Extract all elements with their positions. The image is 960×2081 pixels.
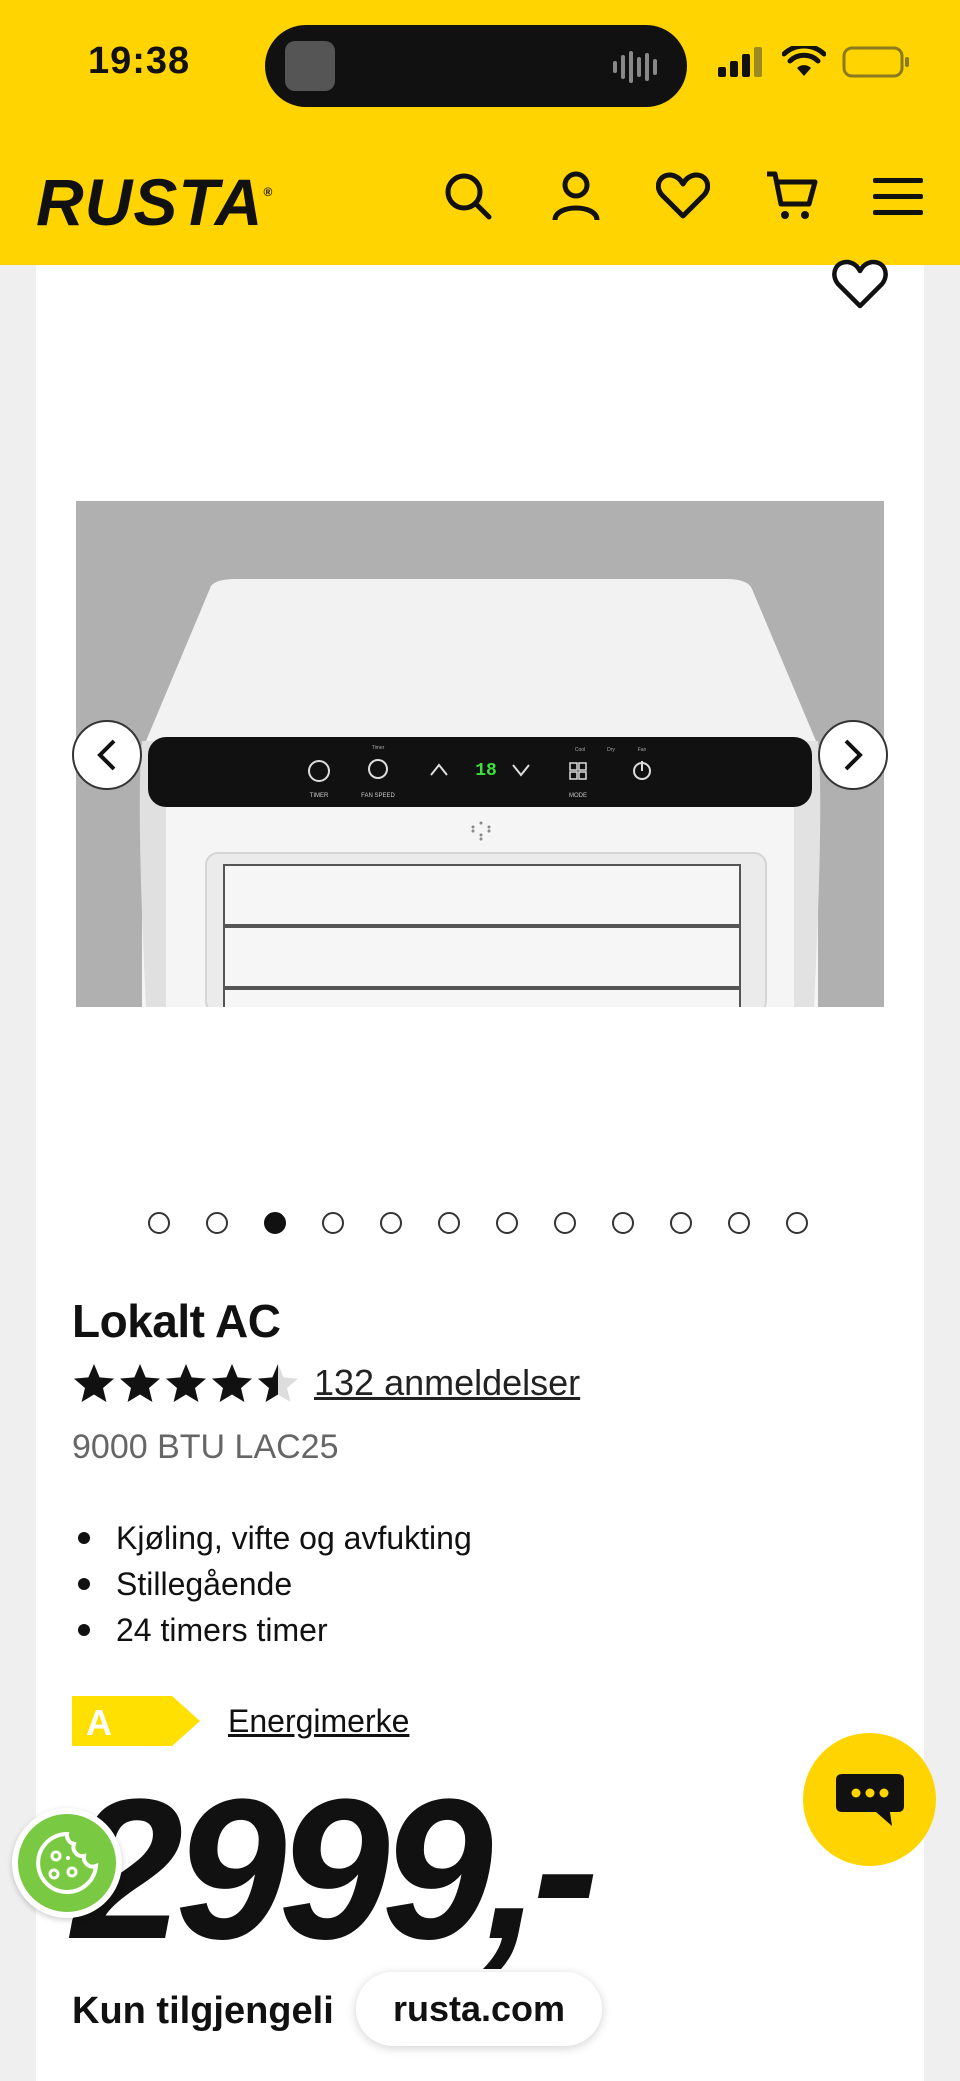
- gallery-next-button[interactable]: [818, 720, 888, 790]
- cellular-signal-icon: [718, 47, 762, 77]
- gallery-dot[interactable]: [438, 1212, 460, 1234]
- gallery-dot[interactable]: [380, 1212, 402, 1234]
- star-icon: [258, 1364, 298, 1402]
- gallery-dot[interactable]: [786, 1212, 808, 1234]
- now-playing-artwork: [285, 41, 335, 91]
- browser-url-bar[interactable]: rusta.com: [356, 1972, 602, 2046]
- energy-label-link[interactable]: Energimerke: [228, 1703, 409, 1740]
- product-subtitle: 9000 BTU LAC25: [72, 1428, 339, 1466]
- wifi-icon: [782, 46, 826, 76]
- search-icon[interactable]: [438, 166, 498, 226]
- favorites-icon[interactable]: [653, 166, 713, 226]
- feature-item: Stillegående: [78, 1561, 472, 1607]
- product-price: 2999,-: [72, 1758, 599, 1981]
- gallery-dot[interactable]: [670, 1212, 692, 1234]
- status-time: 19:38: [88, 40, 191, 82]
- star-icon: [166, 1364, 206, 1402]
- feature-item: 24 timers timer: [78, 1607, 472, 1653]
- reviews-link[interactable]: 132 anmeldelser: [314, 1362, 580, 1404]
- feature-item: Kjøling, vifte og avfukting: [78, 1515, 472, 1561]
- star-rating: [72, 1362, 300, 1404]
- product-title: Lokalt AC: [72, 1295, 281, 1347]
- gallery-dot[interactable]: [322, 1212, 344, 1234]
- audio-wave-icon: [613, 51, 657, 83]
- status-bar: 19:38: [0, 0, 960, 130]
- mode-label: MODE: [569, 793, 587, 799]
- gallery-dot[interactable]: [496, 1212, 518, 1234]
- gallery-pagination: [148, 1212, 808, 1234]
- gallery-dot[interactable]: [206, 1212, 228, 1234]
- cookie-settings-button[interactable]: [12, 1808, 122, 1918]
- chevron-left-icon: [97, 739, 116, 771]
- add-to-favorites-icon[interactable]: [832, 258, 888, 310]
- temperature-display: 18: [475, 761, 497, 781]
- dry-label: Dry: [607, 747, 615, 753]
- gallery-dot[interactable]: [728, 1212, 750, 1234]
- cart-icon[interactable]: [762, 166, 822, 226]
- availability-text: Kun tilgjengeli: [72, 1990, 334, 2032]
- air-conditioner-image: TIMER FAN SPEED Timer 18 MODE Cool Dry F…: [76, 501, 884, 1007]
- timer-top-label: Timer: [372, 745, 385, 751]
- gallery-dot[interactable]: [554, 1212, 576, 1234]
- star-icon: [212, 1364, 252, 1402]
- main-nav: RUSTA®: [0, 150, 960, 250]
- site-header: 19:38 RUSTA®: [0, 0, 960, 265]
- gallery-dot[interactable]: [612, 1212, 634, 1234]
- battery-icon: [842, 46, 909, 78]
- dynamic-island[interactable]: [265, 25, 687, 107]
- energy-class-badge[interactable]: A: [72, 1696, 202, 1746]
- timer-label: TIMER: [310, 793, 329, 799]
- menu-icon[interactable]: [868, 166, 928, 226]
- energy-label-row: A Energimerke: [72, 1696, 409, 1746]
- cool-label: Cool: [575, 747, 585, 753]
- product-image[interactable]: TIMER FAN SPEED Timer 18 MODE Cool Dry F…: [76, 501, 884, 1007]
- cookie-icon: [36, 1831, 99, 1894]
- url-text: rusta.com: [392, 1988, 566, 2029]
- energy-class-letter: A: [86, 1702, 112, 1743]
- fan-label: Fan: [638, 747, 647, 753]
- fan-speed-label: FAN SPEED: [361, 793, 395, 799]
- star-icon: [120, 1364, 160, 1402]
- gallery-prev-button[interactable]: [72, 720, 142, 790]
- account-icon[interactable]: [546, 166, 606, 226]
- gallery-dot[interactable]: [264, 1212, 286, 1234]
- site-logo[interactable]: RUSTA®: [36, 164, 273, 240]
- gallery-dot[interactable]: [148, 1212, 170, 1234]
- chat-bubble-icon: [835, 1773, 904, 1826]
- feature-list: Kjøling, vifte og avfukting Stillegående 2…: [78, 1515, 472, 1653]
- chevron-right-icon: [844, 739, 863, 771]
- product-rating: 132 anmeldelser: [72, 1362, 580, 1404]
- star-icon: [74, 1364, 114, 1402]
- chat-button[interactable]: [803, 1733, 936, 1866]
